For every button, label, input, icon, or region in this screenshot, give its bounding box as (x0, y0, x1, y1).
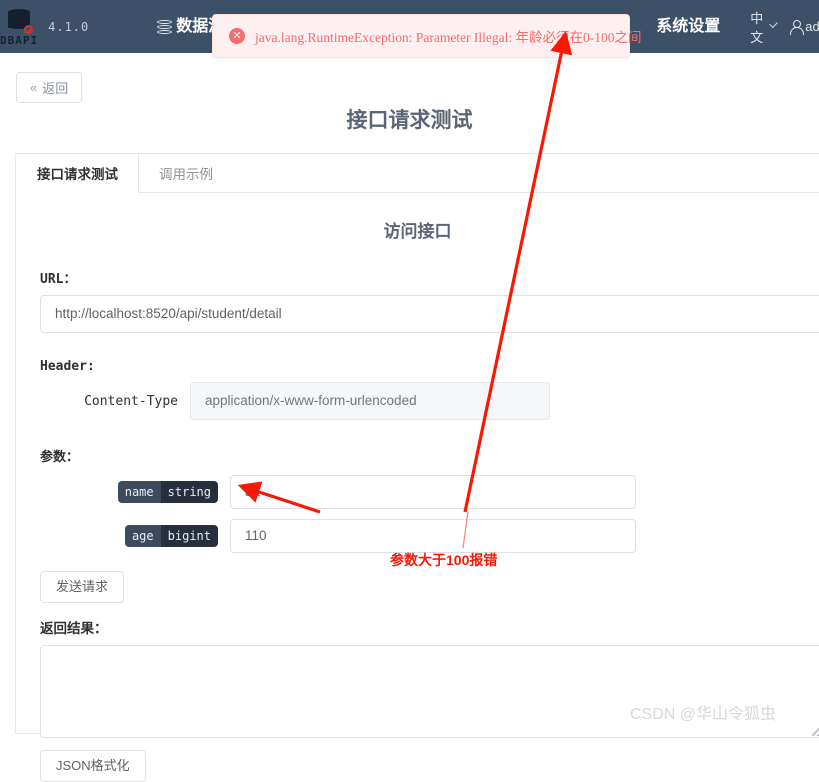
error-toast-message: java.lang.RuntimeException: Parameter Il… (255, 30, 642, 45)
result-label: 返回结果： (40, 621, 108, 636)
back-button-label: 返回 (42, 81, 69, 96)
url-input[interactable] (40, 295, 819, 333)
param-name-label: age (124, 525, 161, 547)
database-logo-icon (6, 9, 34, 35)
error-toast[interactable]: ✕ java.lang.RuntimeException: Parameter … (212, 14, 642, 58)
params-label: 参数： (40, 449, 80, 464)
database-icon (157, 20, 173, 35)
page-title: 接口请求测试 (346, 109, 473, 132)
url-label: URL： (40, 272, 77, 287)
header-label: Header: (40, 359, 95, 374)
param-type-label: string (160, 481, 218, 503)
param-row-age: age bigint (40, 519, 807, 553)
param-input-age[interactable] (230, 519, 636, 553)
language-selector[interactable]: 中文 (736, 8, 789, 46)
param-row-name: name string (40, 475, 807, 509)
param-tag-age: age bigint (124, 525, 218, 547)
csdn-watermark: CSDN @华山令狐虫 (630, 706, 777, 723)
error-circle-icon: ✕ (229, 28, 245, 44)
param-type-label: bigint (160, 525, 218, 547)
user-menu[interactable]: adm (789, 19, 819, 35)
result-textarea-wrap (40, 645, 819, 738)
navbar-right: 中文 adm (736, 8, 819, 46)
card-body: 访问接口 URL： Header: Content-Type 参数： name … (16, 217, 819, 782)
tab-call-example[interactable]: 调用示例 (139, 154, 233, 193)
request-test-card: 接口请求测试 调用示例 访问接口 URL： Header: Content-Ty… (15, 153, 819, 782)
json-format-button[interactable]: JSON格式化 (40, 750, 146, 782)
tab-request-test-label: 接口请求测试 (37, 166, 118, 182)
logo-text: DBAPI (0, 34, 39, 47)
header-row: Content-Type (40, 382, 807, 420)
param-tag-name: name string (117, 481, 218, 503)
app-logo[interactable]: DBAPI (0, 0, 38, 53)
tab-request-test[interactable]: 接口请求测试 (16, 154, 139, 193)
language-label: 中文 (750, 10, 764, 45)
section-title-access-api: 访问接口 (383, 222, 452, 241)
chevron-down-icon (768, 19, 778, 28)
param-input-name[interactable] (230, 475, 636, 509)
header-key-label: Content-Type (84, 393, 178, 409)
nav-item-system-settings-label: 系统设置 (656, 18, 721, 35)
user-name-label: adm (805, 19, 819, 34)
header-value-input[interactable] (190, 382, 550, 420)
app-version: 4.1.0 (48, 19, 90, 34)
annotation-note: 参数大于100报错 (390, 552, 498, 568)
tab-call-example-label: 调用示例 (159, 166, 213, 182)
send-request-button[interactable]: 发送请求 (40, 571, 125, 603)
user-icon (789, 20, 805, 35)
param-name-label: name (117, 481, 161, 503)
tab-bar: 接口请求测试 调用示例 (16, 154, 819, 193)
back-button[interactable]: « 返回 (16, 72, 83, 103)
nav-item-system-settings[interactable]: 系统设置 (640, 0, 736, 53)
double-chevron-left-icon: « (30, 80, 38, 95)
